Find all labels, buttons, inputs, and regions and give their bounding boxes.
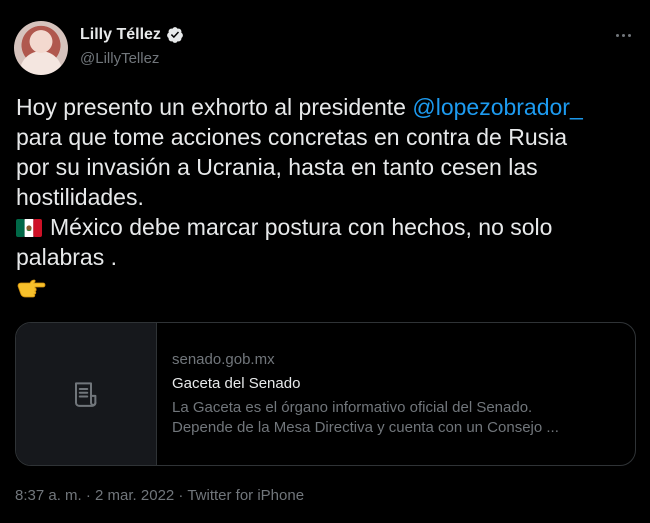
tweet: Lilly Téllez @LillyTellez Hoy presento u… bbox=[0, 0, 650, 523]
tweet-line bbox=[16, 272, 636, 302]
mexico-flag-icon bbox=[16, 219, 42, 237]
document-icon bbox=[75, 382, 97, 407]
meta-separator: · bbox=[174, 487, 188, 504]
link-card-description: La Gaceta es el órgano informativo ofici… bbox=[172, 398, 622, 438]
pointing-right-hand-icon bbox=[17, 279, 46, 298]
tweet-time-link[interactable]: 8:37 a. m. bbox=[15, 487, 82, 504]
link-card-domain: senado.gob.mx bbox=[172, 351, 275, 368]
tweet-metadata: 8:37 a. m. · 2 mar. 2022 · Twitter for i… bbox=[15, 487, 304, 504]
tweet-line-text: México debe marcar postura con hechos, n… bbox=[50, 214, 553, 240]
tweet-date-link[interactable]: 2 mar. 2022 bbox=[95, 487, 174, 504]
link-card-title: Gaceta del Senado bbox=[172, 375, 301, 392]
link-card-description-line: La Gaceta es el órgano informativo ofici… bbox=[172, 399, 533, 416]
more-options-icon[interactable] bbox=[612, 24, 634, 46]
tweet-text: Hoy presento un exhorto al presidente @l… bbox=[16, 92, 636, 302]
tweet-line: Hoy presento un exhorto al presidente @l… bbox=[16, 92, 636, 122]
link-card-thumbnail bbox=[16, 323, 157, 465]
link-card-text: senado.gob.mx Gaceta del Senado La Gacet… bbox=[172, 350, 622, 438]
tweet-line: México debe marcar postura con hechos, n… bbox=[16, 212, 636, 242]
author-display-name[interactable]: Lilly Téllez bbox=[80, 26, 161, 44]
author-handle[interactable]: @LillyTellez bbox=[80, 50, 159, 67]
tweet-line: palabras . bbox=[16, 244, 118, 270]
link-card-description-line: Depende de la Mesa Directiva y cuenta co… bbox=[172, 419, 559, 436]
tweet-source-link[interactable]: Twitter for iPhone bbox=[187, 487, 304, 504]
tweet-line-text: Hoy presento un exhorto al presidente bbox=[16, 94, 413, 120]
mention-link[interactable]: @lopezobrador_ bbox=[412, 94, 582, 120]
avatar[interactable] bbox=[14, 21, 68, 75]
author-name-row: Lilly Téllez bbox=[80, 26, 184, 44]
tweet-line: para que tome acciones concretas en cont… bbox=[16, 124, 568, 150]
tweet-line: hostilidades. bbox=[16, 184, 144, 210]
meta-separator: · bbox=[81, 487, 96, 504]
verified-badge-icon bbox=[167, 27, 183, 43]
tweet-line: por su invasión a Ucrania, hasta en tant… bbox=[16, 154, 538, 180]
link-card[interactable]: senado.gob.mx Gaceta del Senado La Gacet… bbox=[15, 322, 636, 466]
